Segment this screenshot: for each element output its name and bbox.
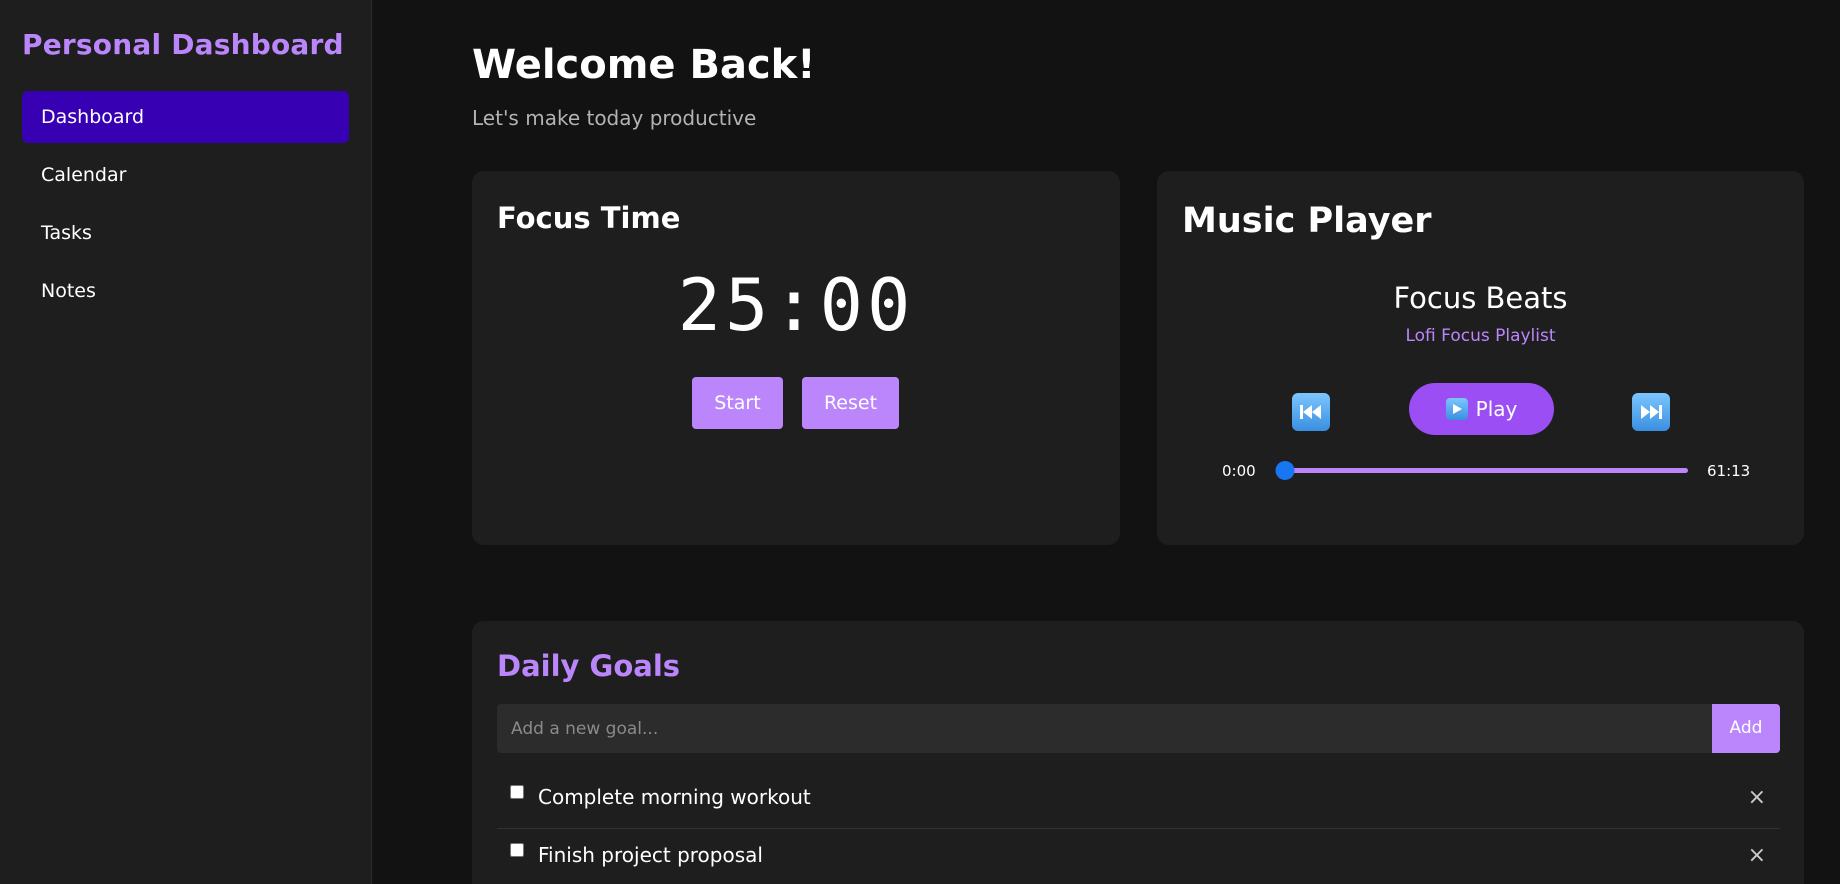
goal-list: Complete morning workout × Finish projec… <box>497 771 1780 884</box>
focus-time-title: Focus Time <box>497 201 681 235</box>
music-player-card: Music Player Focus Beats Lofi Focus Play… <box>1157 171 1804 545</box>
goal-item: Finish project proposal × <box>497 829 1780 884</box>
previous-track-icon[interactable] <box>1292 393 1330 431</box>
focus-time-card: Focus Time 25:00 Start Reset <box>472 171 1120 545</box>
goal-checkbox[interactable] <box>510 785 524 799</box>
track-title: Focus Beats <box>1393 281 1568 315</box>
next-track-icon[interactable] <box>1632 393 1670 431</box>
goal-text: Complete morning workout <box>538 785 811 809</box>
main-content: Welcome Back! Let's make today productiv… <box>472 0 1804 884</box>
delete-goal-icon[interactable]: × <box>1748 785 1766 810</box>
goal-text: Finish project proposal <box>538 843 763 867</box>
progress-slider[interactable] <box>1275 461 1688 480</box>
sidebar-item-tasks[interactable]: Tasks <box>22 207 349 259</box>
sidebar-item-dashboard[interactable]: Dashboard <box>22 91 349 143</box>
daily-goals-title: Daily Goals <box>497 649 681 683</box>
page-subtitle: Let's make today productive <box>472 106 757 130</box>
play-icon <box>1445 398 1468 420</box>
play-button[interactable]: Play <box>1409 383 1554 435</box>
brand-title: Personal Dashboard <box>22 28 344 61</box>
sidebar: Personal Dashboard Dashboard Calendar Ta… <box>0 0 372 884</box>
goal-input[interactable] <box>497 704 1712 753</box>
reset-button[interactable]: Reset <box>802 377 899 429</box>
daily-goals-card: Daily Goals Add Complete morning workout… <box>472 621 1804 884</box>
timer-display: 25:00 <box>677 263 915 347</box>
current-time: 0:00 <box>1222 462 1256 480</box>
play-label: Play <box>1475 397 1518 421</box>
music-player-title: Music Player <box>1182 201 1432 241</box>
goal-item: Complete morning workout × <box>497 771 1780 829</box>
add-goal-button[interactable]: Add <box>1712 704 1780 753</box>
sidebar-nav: Dashboard Calendar Tasks Notes <box>22 91 349 317</box>
sidebar-item-notes[interactable]: Notes <box>22 265 349 317</box>
sidebar-item-calendar[interactable]: Calendar <box>22 149 349 201</box>
goal-checkbox[interactable] <box>510 843 524 857</box>
start-button[interactable]: Start <box>692 377 783 429</box>
progress-thumb[interactable] <box>1275 461 1295 480</box>
page-title: Welcome Back! <box>472 42 816 88</box>
playlist-name: Lofi Focus Playlist <box>1405 326 1556 346</box>
delete-goal-icon[interactable]: × <box>1748 843 1766 868</box>
total-time: 61:13 <box>1707 462 1751 480</box>
